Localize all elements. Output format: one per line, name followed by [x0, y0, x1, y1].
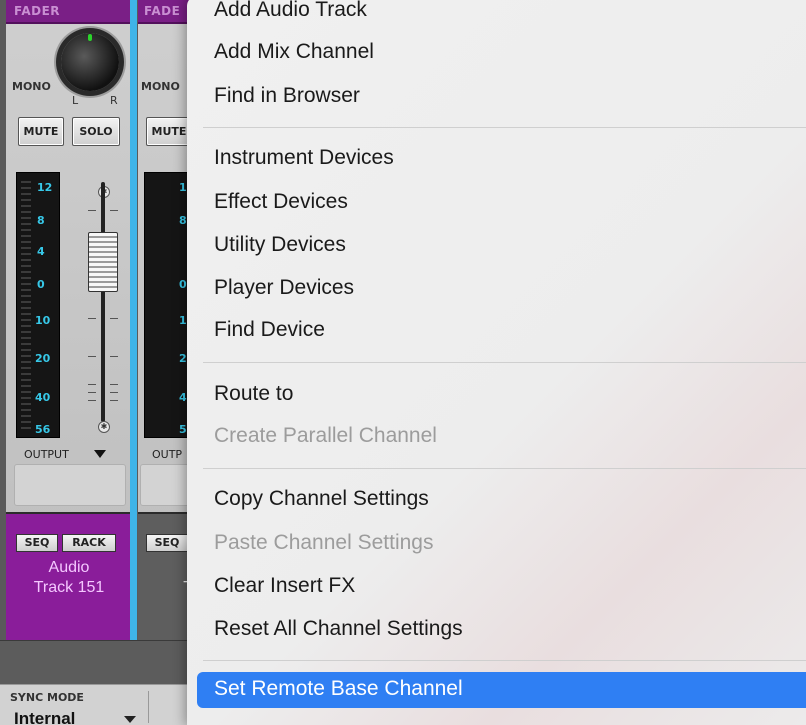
meter-scale-label: 40: [35, 391, 51, 404]
fader-tab-label: FADE: [144, 4, 181, 18]
meter-scale-label: 1: [179, 314, 187, 327]
menu-item-set-remote-base-channel[interactable]: Set Remote Base Channel: [197, 672, 806, 708]
level-meter: 12 8 4 0 10 20 40 56: [16, 172, 60, 438]
menu-item-find-device[interactable]: Find Device: [214, 318, 325, 342]
mute-button[interactable]: MUTE: [18, 117, 64, 146]
pan-right-label: R: [110, 94, 118, 107]
sync-mode-panel: SYNC MODE Internal: [0, 684, 190, 725]
output-label: OUTP: [152, 448, 183, 461]
menu-item-utility-devices[interactable]: Utility Devices: [214, 233, 346, 257]
menu-item-instrument-devices[interactable]: Instrument Devices: [214, 146, 394, 170]
menu-item-player-devices[interactable]: Player Devices: [214, 276, 354, 300]
fader-tab[interactable]: FADER: [6, 0, 130, 24]
meter-scale-label: 12: [37, 181, 53, 194]
rack-button[interactable]: RACK: [62, 534, 116, 552]
seq-button[interactable]: SEQ: [16, 534, 58, 552]
screw-icon: ✱: [98, 421, 110, 433]
fader-tab-label: FADER: [14, 4, 61, 18]
menu-separator: [203, 127, 806, 128]
pan-left-label: L: [72, 94, 79, 107]
meter-scale-label: 56: [35, 423, 51, 436]
menu-item-clear-insert-fx[interactable]: Clear Insert FX: [214, 574, 355, 598]
output-selector[interactable]: OUTPUT: [6, 448, 130, 462]
menu-separator: [203, 362, 806, 363]
pan-knob[interactable]: [61, 33, 119, 91]
track-label-area: SEQ RACK Audio Track 151: [6, 512, 132, 640]
menu-item-find-in-browser[interactable]: Find in Browser: [214, 84, 360, 108]
context-menu: Add Audio Track Add Mix Channel Find in …: [187, 0, 806, 725]
output-label: OUTPUT: [24, 448, 69, 461]
sync-mode-value[interactable]: Internal: [14, 709, 75, 725]
mono-label: MONO: [141, 80, 180, 93]
menu-separator: [203, 660, 806, 661]
mono-label: MONO: [12, 80, 51, 93]
meter-scale-label: 2: [179, 352, 187, 365]
sync-mode-title: SYNC MODE: [10, 691, 84, 704]
meter-scale-label: 0: [179, 278, 187, 291]
mute-button[interactable]: MUTE: [146, 117, 192, 146]
meter-scale-label: 4: [179, 391, 187, 404]
track-name-line2: Track 151: [33, 579, 105, 596]
app-window: FADER MONO L R MUTE SOLO 12 8 4 0 10 20 …: [0, 0, 806, 725]
meter-scale-label: 8: [179, 214, 187, 227]
menu-item-reset-all-channel-settings[interactable]: Reset All Channel Settings: [214, 617, 463, 641]
track-name[interactable]: Audio Track 151: [12, 558, 126, 598]
meter-scale-label: 4: [37, 245, 45, 258]
menu-item-route-to[interactable]: Route to: [214, 382, 293, 406]
seq-button[interactable]: SEQ: [146, 534, 188, 552]
dropdown-arrow-icon[interactable]: [124, 716, 136, 723]
menu-item-paste-channel-settings: Paste Channel Settings: [214, 531, 434, 554]
menu-item-create-parallel-channel: Create Parallel Channel: [214, 424, 437, 447]
menu-item-label: Set Remote Base Channel: [214, 677, 463, 700]
menu-item-add-mix-channel[interactable]: Add Mix Channel: [214, 40, 374, 64]
meter-scale-label: 5: [179, 423, 187, 436]
meter-scale-label: 8: [37, 214, 45, 227]
meter-scale-label: 1: [179, 181, 187, 194]
solo-button[interactable]: SOLO: [72, 117, 120, 146]
volume-fader-handle[interactable]: [88, 232, 118, 292]
mixer-channel-strip: FADER MONO L R MUTE SOLO 12 8 4 0 10 20 …: [6, 0, 135, 640]
meter-scale-label: 20: [35, 352, 51, 365]
meter-scale-label: 0: [37, 278, 45, 291]
level-meter: 1 8 0 1 2 4 5: [144, 172, 188, 438]
menu-item-copy-channel-settings[interactable]: Copy Channel Settings: [214, 487, 429, 511]
track-name-line1: Audio: [48, 559, 90, 576]
dropdown-arrow-icon: [94, 450, 106, 458]
menu-separator: [203, 468, 806, 469]
divider: [148, 691, 149, 723]
menu-item-add-audio-track[interactable]: Add Audio Track: [214, 0, 367, 22]
output-box[interactable]: [14, 464, 126, 506]
menu-item-effect-devices[interactable]: Effect Devices: [214, 190, 348, 214]
selection-outline: [134, 0, 137, 640]
meter-scale-label: 10: [35, 314, 51, 327]
fader-track: [101, 182, 105, 422]
